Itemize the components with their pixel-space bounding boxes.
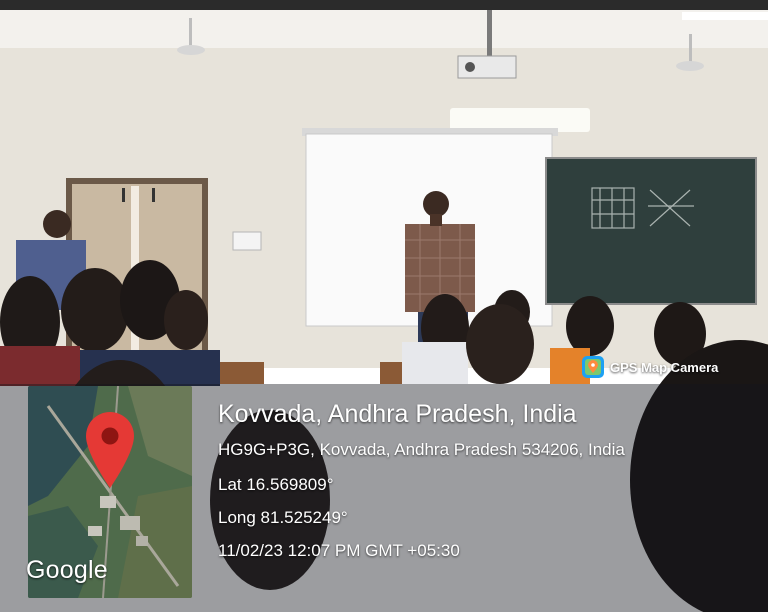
latitude-line: Lat 16.569809° [218, 475, 334, 494]
app-badge-label: GPS Map Camera [610, 359, 719, 375]
gps-map-camera-icon [582, 356, 604, 378]
timestamp-line: 11/02/23 12:07 PM GMT +05:30 [218, 541, 460, 560]
google-logo: Google [26, 556, 108, 584]
geotagged-photo: Google GPS Map Camera Kovvada, Andhra Pr… [0, 0, 768, 612]
map-pin-icon [86, 412, 134, 488]
address-line: HG9G+P3G, Kovvada, Andhra Pradesh 534206… [218, 440, 625, 459]
app-badge: GPS Map Camera [582, 354, 718, 380]
longitude-line: Long 81.525249° [218, 508, 348, 527]
location-title: Kovvada, Andhra Pradesh, India [218, 400, 577, 428]
